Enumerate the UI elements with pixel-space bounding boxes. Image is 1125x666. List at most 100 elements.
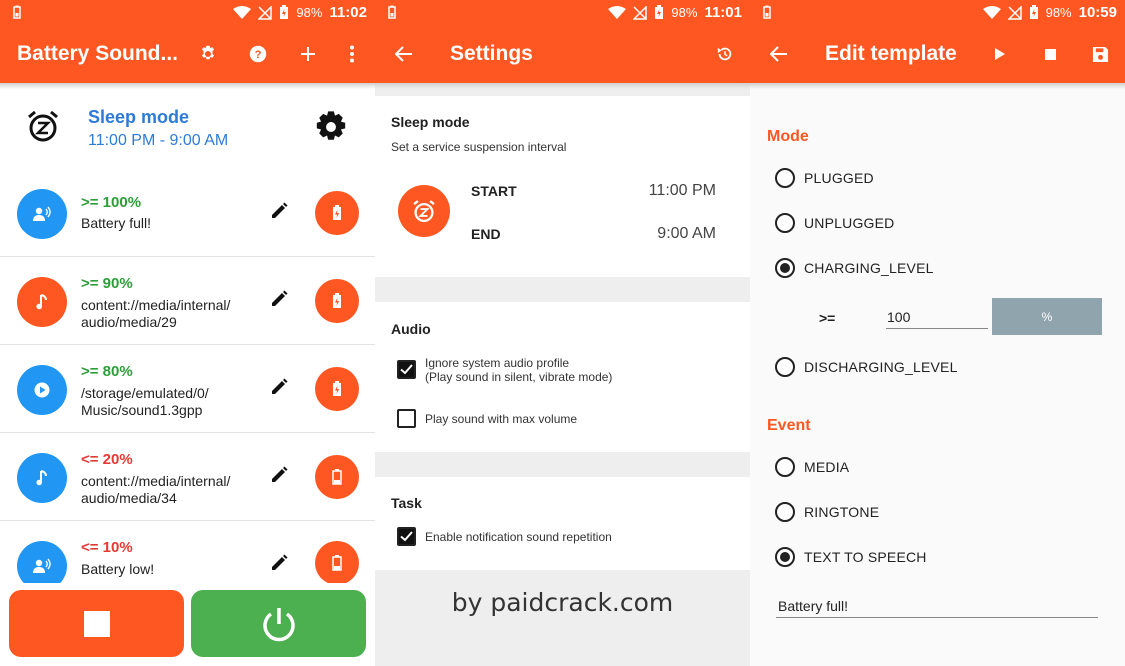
battery-low-icon[interactable] bbox=[315, 541, 359, 583]
settings-title: Settings bbox=[450, 42, 533, 65]
back-arrow-icon[interactable] bbox=[767, 42, 791, 66]
battery-charging-icon[interactable] bbox=[315, 191, 359, 235]
edit-pencil-icon[interactable] bbox=[270, 466, 290, 486]
end-time-value[interactable]: 9:00 AM bbox=[657, 225, 716, 243]
sound-source-text: content://media/internal/audio/media/34 bbox=[81, 473, 231, 506]
wifi-icon bbox=[233, 5, 252, 19]
edit-pencil-icon[interactable] bbox=[270, 378, 290, 398]
event-radio-label: MEDIA bbox=[804, 459, 850, 475]
alarm-snooze-icon bbox=[413, 200, 435, 223]
stop-button[interactable] bbox=[9, 590, 184, 657]
notification-repetition-checkbox[interactable] bbox=[397, 527, 416, 546]
mode-radio-unplugged[interactable] bbox=[775, 213, 795, 233]
mode-radio-charging-level[interactable] bbox=[775, 258, 795, 278]
mode-radio-label: CHARGING_LEVEL bbox=[804, 260, 934, 276]
app-bar-shadow bbox=[375, 83, 750, 89]
back-arrow-icon[interactable] bbox=[392, 42, 416, 66]
status-bar: 98% 10:59 bbox=[750, 0, 1125, 25]
max-volume-label: Play sound with max volume bbox=[425, 412, 578, 426]
start-time-value[interactable]: 11:00 PM bbox=[649, 182, 716, 200]
mode-radio-label: UNPLUGGED bbox=[804, 215, 895, 231]
sound-source-text: Battery low! bbox=[81, 561, 155, 577]
sleep-mode-row[interactable]: Sleep mode 11:00 PM - 9:00 AM bbox=[0, 89, 375, 169]
add-icon[interactable] bbox=[296, 42, 320, 66]
mode-radio-plugged[interactable] bbox=[775, 168, 795, 188]
app-bar: Battery Sound... ? bbox=[0, 25, 375, 83]
battery-charging-icon[interactable] bbox=[315, 367, 359, 411]
battery-charging-icon bbox=[1029, 5, 1038, 19]
edit-template-title: Edit template bbox=[825, 42, 957, 65]
end-label: END bbox=[471, 226, 501, 242]
stop-icon[interactable] bbox=[1038, 42, 1062, 66]
status-bar: 98% 11:02 bbox=[0, 0, 375, 25]
help-icon[interactable]: ? bbox=[246, 42, 270, 66]
task-heading: Task bbox=[391, 495, 422, 511]
save-icon[interactable] bbox=[1088, 42, 1112, 66]
screen-edit-template: 98% 10:59 Edit template Mode PLUGGED UNPL… bbox=[750, 0, 1125, 666]
svg-text:?: ? bbox=[255, 49, 262, 61]
no-signal-icon bbox=[633, 5, 648, 20]
battery-notification-icon bbox=[763, 5, 771, 19]
play-icon bbox=[17, 365, 67, 415]
edit-pencil-icon[interactable] bbox=[270, 554, 290, 574]
audio-card: Audio Ignore system audio profile (Play … bbox=[375, 302, 750, 452]
threshold-operator: >= bbox=[819, 310, 836, 326]
list-item[interactable]: <= 20% content://media/internal/audio/med… bbox=[0, 433, 375, 521]
level-threshold: >= 90% bbox=[81, 275, 133, 292]
list-item[interactable]: >= 80% /storage/emulated/0/Music/sound1.3… bbox=[0, 345, 375, 433]
more-vert-icon[interactable] bbox=[340, 42, 364, 66]
battery-low-icon[interactable] bbox=[315, 455, 359, 499]
sleep-settings-gear-icon[interactable] bbox=[314, 110, 348, 144]
sound-source-text: Battery full! bbox=[81, 215, 152, 231]
threshold-value: 100 bbox=[887, 309, 911, 325]
event-radio-label: RINGTONE bbox=[804, 504, 880, 520]
speaker-voice-icon bbox=[17, 189, 67, 239]
sleep-toggle-button[interactable] bbox=[398, 185, 450, 237]
ignore-audio-profile-label: Ignore system audio profile bbox=[425, 356, 570, 370]
wifi-icon bbox=[608, 5, 627, 19]
level-threshold: <= 20% bbox=[81, 451, 133, 468]
settings-gear-icon[interactable] bbox=[196, 42, 220, 66]
app-title: Battery Sound... bbox=[17, 42, 179, 65]
screen-settings: 98% 11:01 Settings Sleep mode Set a serv… bbox=[375, 0, 750, 666]
event-heading: Event bbox=[767, 417, 811, 434]
event-radio-label: TEXT TO SPEECH bbox=[804, 549, 927, 565]
battery-notification-icon bbox=[13, 5, 21, 19]
mode-radio-discharging-level[interactable] bbox=[775, 357, 795, 377]
app-bar: Settings bbox=[375, 25, 750, 83]
level-threshold: >= 80% bbox=[81, 363, 133, 380]
battery-percent: 98% bbox=[296, 5, 323, 20]
sleep-mode-heading: Sleep mode bbox=[391, 114, 470, 130]
sleep-mode-subtitle: Set a service suspension interval bbox=[391, 140, 567, 154]
restore-icon[interactable] bbox=[713, 42, 737, 66]
no-signal-icon bbox=[1007, 5, 1022, 20]
ignore-audio-profile-sublabel: (Play sound in silent, vibrate mode) bbox=[425, 370, 613, 384]
event-radio-media[interactable] bbox=[775, 457, 795, 477]
battery-charging-icon[interactable] bbox=[315, 279, 359, 323]
event-radio-text-to-speech[interactable] bbox=[775, 547, 795, 567]
list-item[interactable]: >= 90% content://media/internal/audio/med… bbox=[0, 257, 375, 345]
play-icon[interactable] bbox=[988, 42, 1012, 66]
mode-radio-label: PLUGGED bbox=[804, 170, 874, 186]
app-bar-shadow bbox=[750, 83, 1125, 89]
tts-text-input[interactable]: Battery full! bbox=[776, 594, 1098, 618]
audio-heading: Audio bbox=[391, 321, 431, 337]
battery-charging-icon bbox=[655, 5, 664, 19]
task-card: Task Enable notification sound repetitio… bbox=[375, 477, 750, 570]
ignore-audio-profile-checkbox[interactable] bbox=[397, 360, 416, 379]
music-note-icon bbox=[17, 277, 67, 327]
list-item[interactable]: >= 100% Battery full! bbox=[0, 169, 375, 257]
event-radio-ringtone[interactable] bbox=[775, 502, 795, 522]
sound-source-text: /storage/emulated/0/Music/sound1.3gpp bbox=[81, 385, 209, 418]
max-volume-checkbox[interactable] bbox=[397, 409, 416, 428]
percent-unit-button[interactable]: % bbox=[992, 298, 1102, 335]
edit-pencil-icon[interactable] bbox=[270, 202, 290, 222]
threshold-input[interactable]: 100 bbox=[886, 305, 988, 329]
edit-pencil-icon[interactable] bbox=[270, 290, 290, 310]
list-item[interactable]: <= 10% Battery low! bbox=[0, 521, 375, 583]
mode-heading: Mode bbox=[767, 128, 809, 145]
wifi-icon bbox=[982, 5, 1001, 19]
no-signal-icon bbox=[258, 5, 273, 20]
power-button[interactable] bbox=[191, 590, 366, 657]
sleep-mode-card: Sleep mode Set a service suspension inte… bbox=[375, 96, 750, 277]
